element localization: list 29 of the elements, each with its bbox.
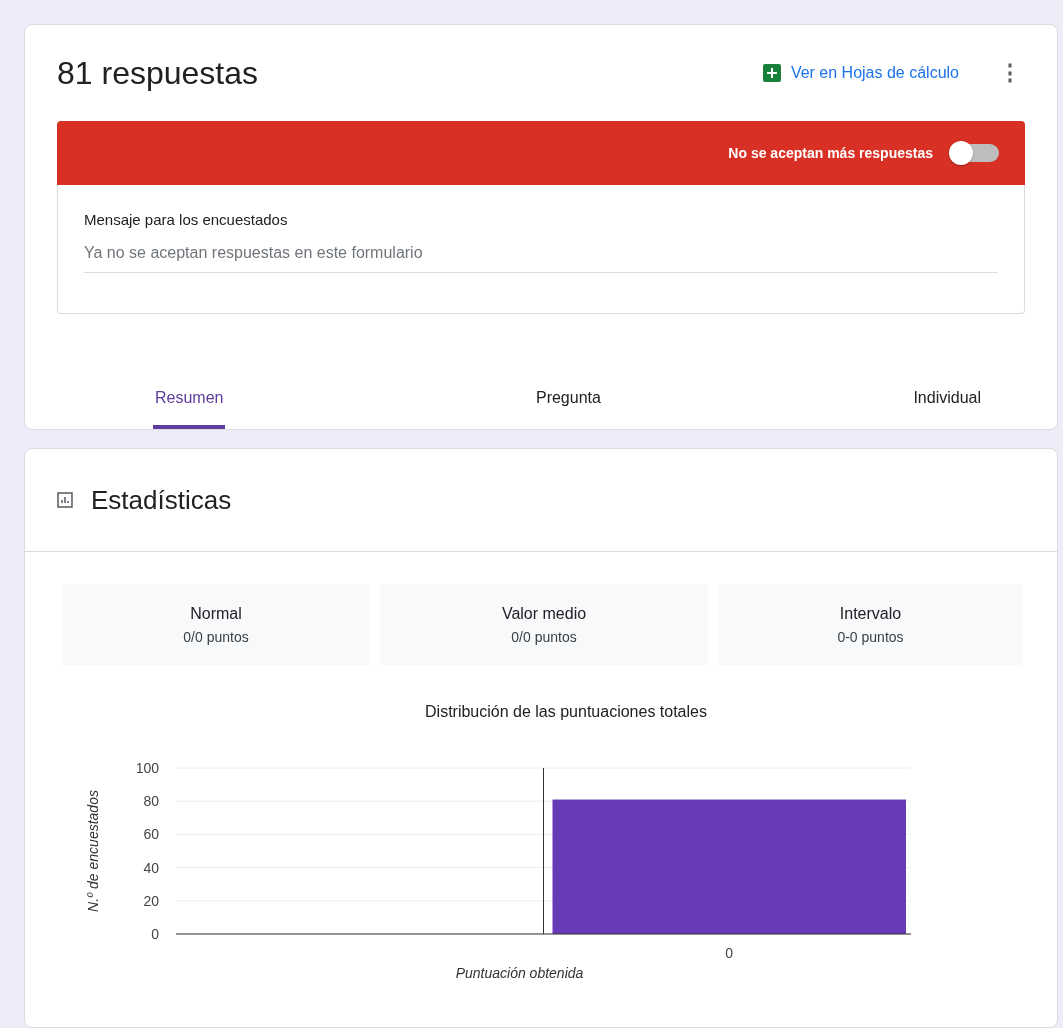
y-tick-label: 60: [143, 826, 159, 843]
x-tick-label: 0: [725, 945, 734, 961]
y-tick-label: 0: [151, 926, 159, 942]
sheets-link[interactable]: Ver en Hojas de cálculo: [790, 64, 959, 82]
y-tick-label: 80: [143, 793, 159, 810]
y-tick-label: 20: [143, 892, 159, 909]
y-tick-label: 40: [143, 859, 159, 876]
stat-label: Valor medio: [501, 604, 587, 623]
stat-label: Intervalo: [839, 604, 902, 623]
stat-value: 0/0 puntos: [511, 628, 577, 645]
stat-value: 0/0 puntos: [183, 628, 249, 645]
spreadsheet-icon: [762, 64, 781, 82]
tab[interactable]: Resumen: [153, 389, 226, 429]
y-axis-label: N.º de encuestados: [85, 790, 101, 912]
tab[interactable]: Individual: [911, 389, 983, 429]
statistics-title: Estadísticas: [91, 484, 232, 516]
chart-title: Distribución de las puntuaciones totales: [424, 703, 708, 721]
stat-label: Normal: [190, 604, 242, 623]
message-label: Mensaje para los encuestados: [84, 211, 289, 228]
tab[interactable]: Pregunta: [533, 389, 603, 429]
accepting-responses-switch[interactable]: [951, 144, 999, 162]
stat-value: 0-0 puntos: [837, 628, 904, 645]
more-options-button[interactable]: ⋮: [995, 60, 1025, 86]
bar-chart-icon: [57, 492, 73, 508]
x-axis-label: Puntuación obtenida: [455, 965, 584, 981]
response-count-title: 81 respuestas: [57, 54, 258, 92]
banner-label: No se aceptan más respuestas: [728, 145, 933, 161]
y-tick-label: 100: [135, 760, 159, 776]
message-field[interactable]: Ya no se aceptan respuestas en este formulario: [84, 244, 998, 273]
